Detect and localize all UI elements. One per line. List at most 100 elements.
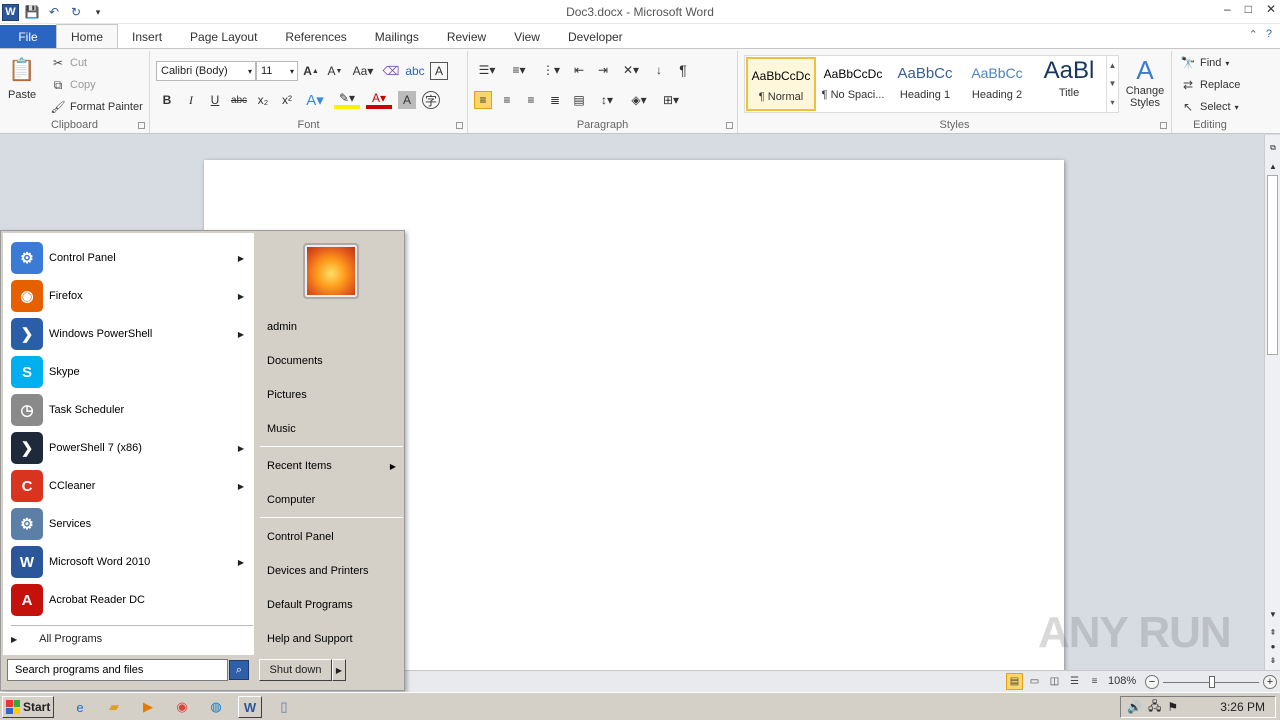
asian-layout-icon[interactable]: ✕▾ bbox=[618, 61, 644, 79]
superscript-button[interactable]: x² bbox=[278, 91, 296, 109]
program-firefox[interactable]: ◉ Firefox ▶ bbox=[3, 277, 254, 315]
select-browse-object-icon[interactable]: ● bbox=[1265, 639, 1280, 653]
zoom-knob[interactable] bbox=[1209, 676, 1215, 688]
justify-icon[interactable]: ≣ bbox=[546, 91, 564, 109]
text-effects-icon[interactable]: A▾ bbox=[302, 91, 328, 109]
ie-icon[interactable]: e bbox=[68, 696, 92, 718]
phonetic-guide-icon[interactable]: abc bbox=[405, 62, 424, 80]
find-button[interactable]: 🔭 Find ▾ bbox=[1180, 55, 1230, 71]
place-pictures[interactable]: Pictures bbox=[257, 381, 404, 409]
highlight-icon[interactable]: ✎▾ bbox=[334, 91, 360, 109]
edge-icon[interactable]: ◍ bbox=[204, 696, 228, 718]
shutdown-button[interactable]: Shut down bbox=[259, 659, 332, 681]
paste-button[interactable]: 📋 Paste bbox=[8, 53, 36, 101]
multilevel-list-icon[interactable]: ⋮▾ bbox=[538, 61, 564, 79]
tab-references[interactable]: References bbox=[271, 25, 360, 48]
numbering-icon[interactable]: ≡▾ bbox=[506, 61, 532, 79]
font-size-select[interactable]: 11 ▾ bbox=[256, 61, 298, 81]
clear-formatting-icon[interactable]: ⌫ bbox=[382, 62, 400, 80]
place-control-panel[interactable]: Control Panel bbox=[257, 523, 404, 551]
decrease-indent-icon[interactable]: ⇤ bbox=[570, 61, 588, 79]
distributed-icon[interactable]: ▤ bbox=[570, 91, 588, 109]
tab-mailings[interactable]: Mailings bbox=[361, 25, 433, 48]
scroll-thumb[interactable] bbox=[1267, 175, 1278, 355]
scroll-down-icon[interactable]: ▼ bbox=[1265, 607, 1280, 621]
enclose-characters-icon[interactable]: 字 bbox=[422, 91, 440, 109]
search-input[interactable]: Search programs and files bbox=[7, 659, 228, 681]
bold-button[interactable]: B bbox=[158, 91, 176, 109]
chevron-down-icon[interactable]: ▼ bbox=[1109, 79, 1117, 88]
clipboard-launcher-icon[interactable] bbox=[138, 122, 145, 129]
network-icon[interactable]: 🖧 bbox=[1148, 697, 1161, 718]
style-heading-1[interactable]: AaBbCc Heading 1 bbox=[890, 57, 960, 111]
tab-insert[interactable]: Insert bbox=[118, 25, 176, 48]
bullets-icon[interactable]: ☰▾ bbox=[474, 61, 500, 79]
program-skype[interactable]: S Skype bbox=[3, 353, 254, 391]
program-control-panel[interactable]: ⚙ Control Panel ▶ bbox=[3, 239, 254, 277]
volume-icon[interactable]: 🔊 bbox=[1127, 700, 1142, 714]
user-avatar[interactable] bbox=[303, 243, 359, 299]
place-computer[interactable]: Computer bbox=[257, 486, 404, 514]
select-button[interactable]: ↖ Select ▾ bbox=[1180, 99, 1239, 115]
ruler-toggle-icon[interactable]: ⧉ bbox=[1265, 141, 1280, 155]
show-marks-icon[interactable]: ¶ bbox=[674, 61, 692, 79]
outline-icon[interactable]: ☰ bbox=[1066, 673, 1083, 690]
program-task-scheduler[interactable]: ◷ Task Scheduler bbox=[3, 391, 254, 429]
borders-icon[interactable]: ⊞▾ bbox=[658, 91, 684, 109]
program-services[interactable]: ⚙ Services bbox=[3, 505, 254, 543]
style-heading-2[interactable]: AaBbCc Heading 2 bbox=[962, 57, 1032, 111]
tab-file[interactable]: File bbox=[0, 25, 56, 48]
place-admin[interactable]: admin bbox=[257, 313, 404, 341]
font-family-select[interactable]: Calibri (Body) ▾ bbox=[156, 61, 256, 81]
place-music[interactable]: Music bbox=[257, 415, 404, 443]
program-microsoft-word-2010[interactable]: W Microsoft Word 2010 ▶ bbox=[3, 543, 254, 581]
align-left-icon[interactable]: ≡ bbox=[474, 91, 492, 109]
full-screen-reading-icon[interactable]: ▭ bbox=[1026, 673, 1043, 690]
tab-home[interactable]: Home bbox=[56, 24, 119, 48]
place-recent-items[interactable]: Recent Items ▶ bbox=[257, 452, 404, 480]
print-layout-icon[interactable]: ▤ bbox=[1006, 673, 1023, 690]
program-powershell-7-x86[interactable]: ❯ PowerShell 7 (x86) ▶ bbox=[3, 429, 254, 467]
draft-icon[interactable]: ≡ bbox=[1086, 673, 1103, 690]
clock[interactable]: 3:26 PM bbox=[1220, 700, 1265, 714]
format-painter-button[interactable]: 🖌 Format Painter bbox=[50, 99, 142, 115]
search-icon[interactable]: ⌕ bbox=[229, 660, 249, 680]
program-ccleaner[interactable]: C CCleaner ▶ bbox=[3, 467, 254, 505]
underline-button[interactable]: U bbox=[206, 91, 224, 109]
cut-button[interactable]: ✂ Cut bbox=[50, 55, 87, 71]
shading-icon[interactable]: ◈▾ bbox=[626, 91, 652, 109]
line-spacing-icon[interactable]: ↕▾ bbox=[594, 91, 620, 109]
all-programs-button[interactable]: ▶ All Programs bbox=[11, 633, 102, 645]
close-button[interactable]: ✕ bbox=[1266, 2, 1276, 16]
word-icon[interactable]: W bbox=[238, 696, 262, 718]
shutdown-options-icon[interactable]: ▶ bbox=[332, 659, 346, 681]
styles-launcher-icon[interactable] bbox=[1160, 122, 1167, 129]
styles-scroll[interactable]: ▲ ▼ ▾ bbox=[1106, 56, 1118, 112]
scroll-up-icon[interactable]: ▲ bbox=[1265, 159, 1280, 173]
minimize-button[interactable]: – bbox=[1224, 2, 1231, 16]
next-page-icon[interactable]: ⇟ bbox=[1265, 653, 1280, 667]
place-default-programs[interactable]: Default Programs bbox=[257, 591, 404, 619]
place-devices-and-printers[interactable]: Devices and Printers bbox=[257, 557, 404, 585]
replace-button[interactable]: ⇄ Replace bbox=[1180, 77, 1240, 93]
font-color-icon[interactable]: A▾ bbox=[366, 91, 392, 109]
web-layout-icon[interactable]: ◫ bbox=[1046, 673, 1063, 690]
zoom-in-icon[interactable]: + bbox=[1263, 675, 1277, 689]
style-no-spacing[interactable]: AaBbCcDc ¶ No Spaci... bbox=[818, 57, 888, 111]
more-styles-icon[interactable]: ▾ bbox=[1110, 98, 1114, 107]
style-normal[interactable]: AaBbCcDc ¶ Normal bbox=[746, 57, 816, 111]
change-case-icon[interactable]: Aa▾ bbox=[350, 62, 376, 80]
zoom-out-icon[interactable]: − bbox=[1145, 675, 1159, 689]
chevron-up-icon[interactable]: ▲ bbox=[1109, 61, 1117, 70]
zoom-level[interactable]: 108% bbox=[1108, 675, 1136, 687]
help-icon[interactable]: ? bbox=[1266, 28, 1272, 41]
character-shading-icon[interactable]: A bbox=[398, 91, 416, 109]
media-player-icon[interactable]: ▶ bbox=[136, 696, 160, 718]
character-border-icon[interactable]: A bbox=[430, 62, 448, 80]
start-button[interactable]: Start bbox=[2, 696, 54, 718]
explorer-icon[interactable]: ▰ bbox=[102, 696, 126, 718]
copy-button[interactable]: ⧉ Copy bbox=[50, 77, 96, 93]
program-windows-powershell[interactable]: ❯ Windows PowerShell ▶ bbox=[3, 315, 254, 353]
tab-developer[interactable]: Developer bbox=[554, 25, 637, 48]
place-help-and-support[interactable]: Help and Support bbox=[257, 625, 404, 653]
